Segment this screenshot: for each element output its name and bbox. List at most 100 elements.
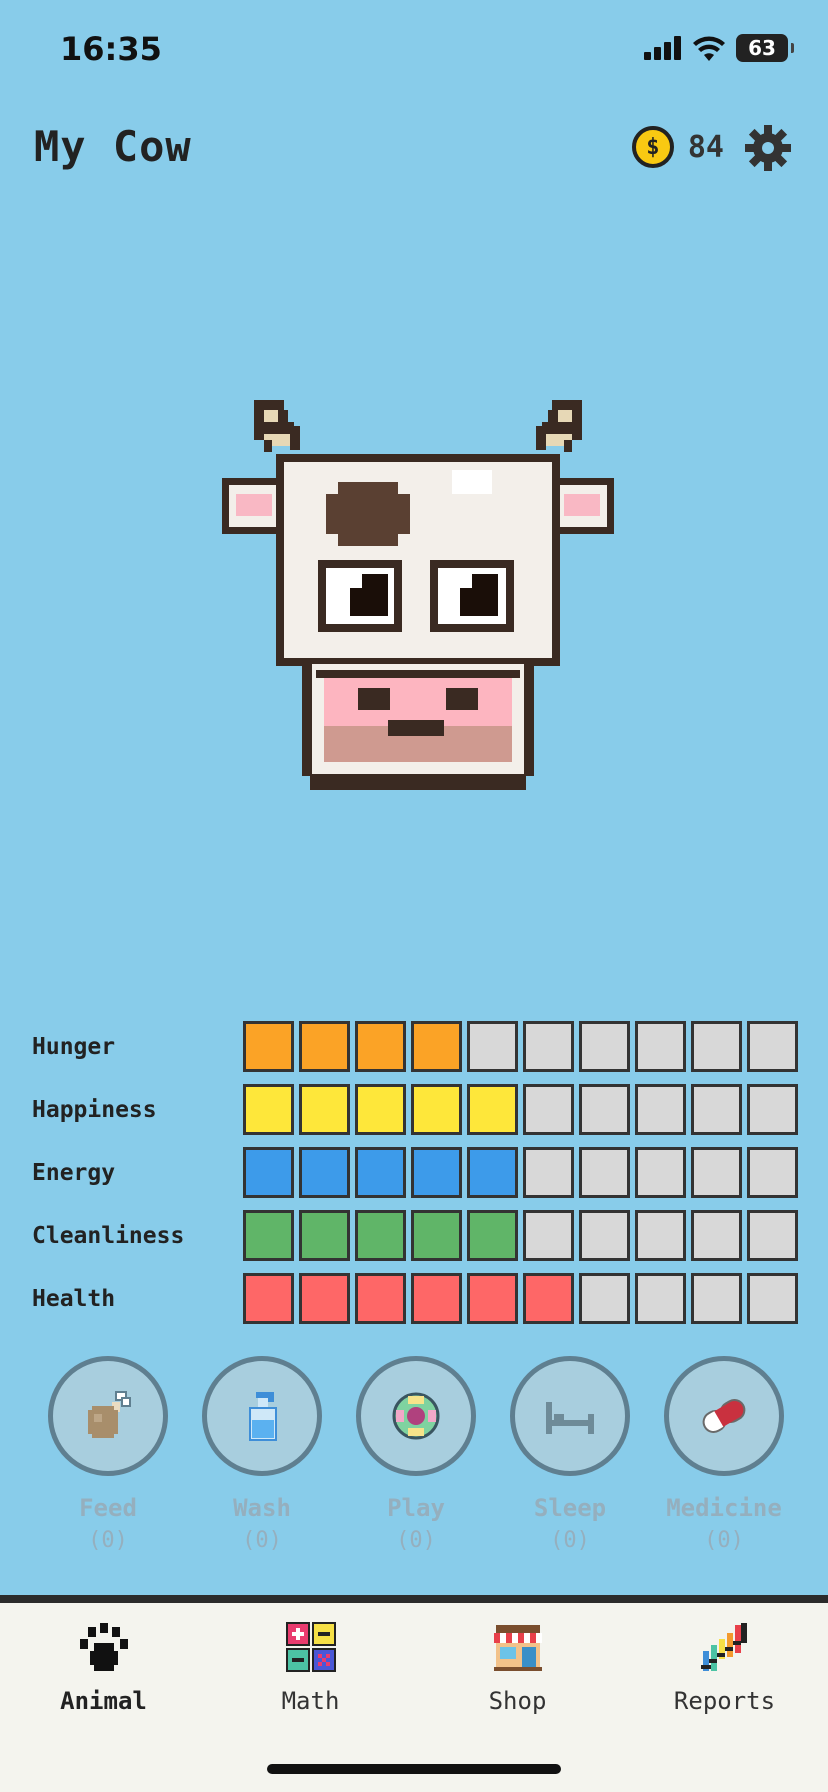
stat-bar [243,1021,798,1072]
stat-segment-filled [523,1273,574,1324]
stat-segment-empty [579,1021,630,1072]
play-count: (0) [396,1528,436,1553]
medicine-action[interactable]: Medicine (0) [662,1356,786,1553]
cow-avatar[interactable] [220,398,616,796]
coin-balance: $ 84 [631,126,724,168]
stat-segment-empty [691,1021,742,1072]
sleep-count: (0) [550,1528,590,1553]
stat-segment-empty [635,1147,686,1198]
stat-segment-empty [579,1210,630,1261]
status-bar: 16:35 63 [0,0,828,100]
stat-segment-filled [467,1084,518,1135]
stat-segment-filled [411,1210,462,1261]
stat-segment-empty [467,1021,518,1072]
ball-icon [392,1392,440,1440]
home-indicator[interactable] [267,1764,561,1774]
tab-reports-label: Reports [673,1687,776,1715]
stat-segment-filled [299,1273,350,1324]
stat-segment-filled [243,1021,294,1072]
tab-bar-divider [0,1595,828,1603]
feed-action[interactable]: Feed (0) [46,1356,170,1553]
stat-segment-empty [523,1210,574,1261]
stat-row-cleanliness: Cleanliness [32,1208,798,1263]
cow-horn-right [536,400,582,452]
stat-segment-filled [411,1021,462,1072]
stat-segment-filled [299,1084,350,1135]
wash-label: Wash [233,1494,291,1522]
signal-icon [644,36,681,60]
sleep-label: Sleep [533,1494,607,1522]
tab-animal[interactable]: Animal [0,1603,207,1792]
wash-action[interactable]: Wash (0) [200,1356,324,1553]
stat-segment-empty [635,1210,686,1261]
stat-row-hunger: Hunger [32,1019,798,1074]
paw-icon [79,1623,128,1671]
stat-segment-filled [299,1021,350,1072]
soap-bottle-icon [249,1392,277,1441]
wifi-icon [693,36,725,61]
wash-button[interactable] [202,1356,322,1476]
stat-segment-filled [243,1210,294,1261]
stat-segment-filled [355,1273,406,1324]
play-label: Play [387,1494,445,1522]
math-icon [285,1622,336,1672]
stat-segment-empty [747,1273,798,1324]
stat-segment-empty [747,1147,798,1198]
stat-segment-filled [411,1147,462,1198]
stat-segment-empty [523,1084,574,1135]
stat-bar [243,1147,798,1198]
stat-segment-filled [243,1084,294,1135]
tab-animal-label: Animal [60,1687,147,1715]
stat-segment-empty [635,1273,686,1324]
wash-count: (0) [242,1528,282,1553]
stat-segment-filled [355,1084,406,1135]
bed-icon [546,1402,594,1434]
stat-row-happiness: Happiness [32,1082,798,1137]
play-action[interactable]: Play (0) [354,1356,478,1553]
medicine-button[interactable] [664,1356,784,1476]
stat-segment-empty [579,1147,630,1198]
sleep-action[interactable]: Sleep (0) [508,1356,632,1553]
settings-gear-icon[interactable] [744,124,792,172]
stat-segment-filled [355,1210,406,1261]
stat-segment-empty [747,1210,798,1261]
status-icons: 63 [644,34,794,62]
action-buttons: Feed (0) Wash (0) Play (0) Sleep (0) Med… [46,1356,786,1553]
feed-count: (0) [88,1528,128,1553]
stat-segment-empty [635,1084,686,1135]
stat-segment-empty [747,1084,798,1135]
stat-label: Cleanliness [32,1222,185,1249]
stat-segment-filled [299,1210,350,1261]
tab-reports[interactable]: Reports [621,1603,828,1792]
sleep-button[interactable] [510,1356,630,1476]
play-button[interactable] [356,1356,476,1476]
feed-button[interactable] [48,1356,168,1476]
feed-label: Feed [79,1494,137,1522]
stat-row-energy: Energy [32,1145,798,1200]
stat-segment-empty [635,1021,686,1072]
stat-segment-empty [691,1210,742,1261]
stat-segment-filled [243,1273,294,1324]
battery-icon: 63 [736,34,794,62]
shop-icon [493,1625,542,1671]
tab-shop-label: Shop [488,1687,547,1715]
stat-segment-filled [467,1147,518,1198]
stat-segment-filled [411,1084,462,1135]
stat-label: Health [32,1285,116,1312]
coin-count: 84 [687,129,724,165]
stat-segment-filled [467,1273,518,1324]
page-title: My Cow [34,122,192,171]
stat-segment-empty [579,1084,630,1135]
medicine-count: (0) [704,1528,744,1553]
status-time: 16:35 [60,30,162,68]
stat-segment-empty [523,1021,574,1072]
stat-segment-filled [411,1273,462,1324]
stat-row-health: Health [32,1271,798,1326]
stat-segment-empty [691,1147,742,1198]
stat-segment-empty [747,1021,798,1072]
stat-segment-empty [691,1084,742,1135]
stat-segment-filled [355,1147,406,1198]
stat-label: Energy [32,1159,116,1186]
medicine-label: Medicine [666,1494,782,1522]
stat-bar [243,1084,798,1135]
